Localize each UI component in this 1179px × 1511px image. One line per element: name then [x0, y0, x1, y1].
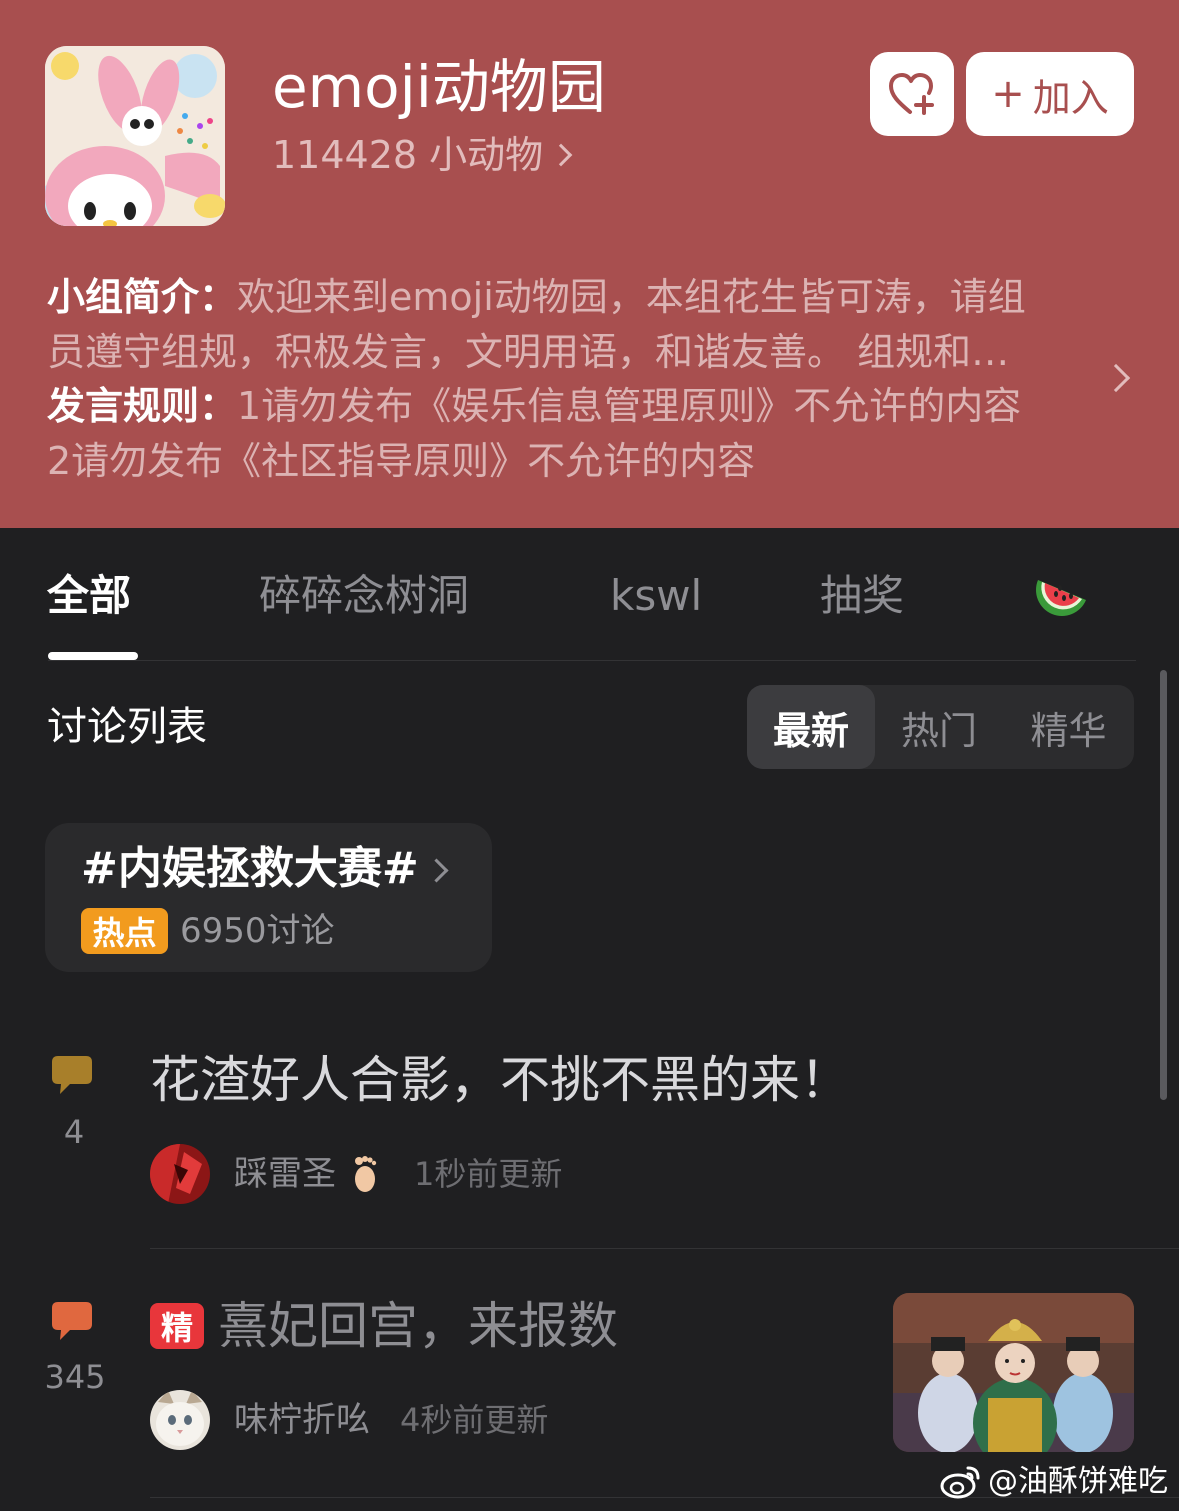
- reply-count: 4: [63, 1113, 85, 1151]
- group-avatar[interactable]: [45, 46, 225, 226]
- topic-title: #内娱拯救大赛#: [81, 843, 419, 894]
- discussion-list-title: 讨论列表: [47, 704, 207, 750]
- featured-badge: 精: [150, 1303, 204, 1349]
- scrollbar[interactable]: [1160, 670, 1167, 1100]
- sort-segmented-control: 最新 热门 精华: [747, 685, 1134, 769]
- author-name: 踩雷圣: [234, 1152, 379, 1196]
- hot-badge: 热点: [81, 908, 168, 954]
- tabs-divider: [48, 660, 1136, 661]
- join-label: 加入: [1032, 75, 1109, 120]
- tab-treehole[interactable]: 碎碎念树洞: [259, 568, 469, 624]
- tab-all[interactable]: 全部: [47, 568, 131, 624]
- heart-plus-icon: [889, 73, 934, 115]
- tab-watermelon[interactable]: [1034, 572, 1090, 634]
- active-tab-indicator: [48, 652, 138, 660]
- intro-label: 小组简介：: [47, 275, 238, 319]
- sort-latest[interactable]: 最新: [747, 685, 875, 769]
- chevron-right-icon: [549, 143, 573, 167]
- plus-icon: +: [991, 71, 1025, 117]
- topic-count: 6950讨论: [180, 911, 335, 951]
- group-name: emoji动物园: [272, 53, 606, 121]
- divider: [150, 1248, 1179, 1249]
- tab-kswl[interactable]: kswl: [610, 568, 702, 624]
- rules-text-line2: 2请勿发布《社区指导原则》不允许的内容: [47, 438, 756, 483]
- author-name: 味柠折吆: [234, 1400, 370, 1440]
- weibo-logo-icon: [940, 1466, 980, 1499]
- join-button[interactable]: + 加入: [966, 52, 1134, 136]
- watermark: @油酥饼难吃: [940, 1462, 1168, 1502]
- reply-count: 345: [44, 1358, 106, 1396]
- rules-label: 发言规则：: [47, 384, 238, 428]
- sort-hot[interactable]: 热门: [875, 685, 1003, 769]
- topic-card[interactable]: #内娱拯救大赛# 热点 6950讨论: [45, 823, 492, 972]
- author-name-text: 踩雷圣: [234, 1154, 336, 1194]
- update-time: 4秒前更新: [400, 1401, 549, 1439]
- member-count-link[interactable]: 114428 小动物: [272, 130, 573, 180]
- post-title: 花渣好人合影，不挑不黑的来！: [150, 1051, 850, 1109]
- chevron-right-icon[interactable]: [1101, 363, 1131, 393]
- group-description[interactable]: 小组简介：欢迎来到emoji动物园，本组花生皆可涛，请组 员遵守组规，积极发言，…: [47, 270, 1077, 488]
- member-unit: 小动物: [429, 133, 544, 177]
- post-thumbnail[interactable]: [893, 1293, 1134, 1452]
- post-title: 熹妃回宫，来报数: [218, 1297, 618, 1355]
- watermelon-icon: [1036, 580, 1086, 616]
- update-time: 1秒前更新: [414, 1155, 563, 1193]
- comment-bubble-icon: [52, 1302, 92, 1340]
- category-tabs: 全部 碎碎念树洞 kswl 抽奖: [0, 528, 1179, 661]
- avatar[interactable]: [150, 1144, 210, 1204]
- watermark-text: @油酥饼难吃: [988, 1464, 1168, 1499]
- rules-text-line1: 1请勿发布《娱乐信息管理原则》不允许的内容: [237, 384, 1022, 428]
- favorite-button[interactable]: [870, 52, 954, 136]
- sort-featured[interactable]: 精华: [1003, 685, 1134, 769]
- avatar[interactable]: [150, 1390, 210, 1450]
- intro-text-line1: 欢迎来到emoji动物园，本组花生皆可涛，请组: [237, 275, 1026, 319]
- foot-emoji-icon: [347, 1154, 379, 1194]
- member-count: 114428: [272, 133, 418, 177]
- intro-text-line2: 员遵守组规，积极发言，文明用语，和谐友善。 组规和…: [47, 329, 1010, 374]
- group-header: emoji动物园 114428 小动物 + 加入 小组简介：欢迎来到emoji动物…: [0, 0, 1179, 528]
- tab-lottery[interactable]: 抽奖: [820, 568, 904, 624]
- comment-bubble-icon: [52, 1056, 92, 1094]
